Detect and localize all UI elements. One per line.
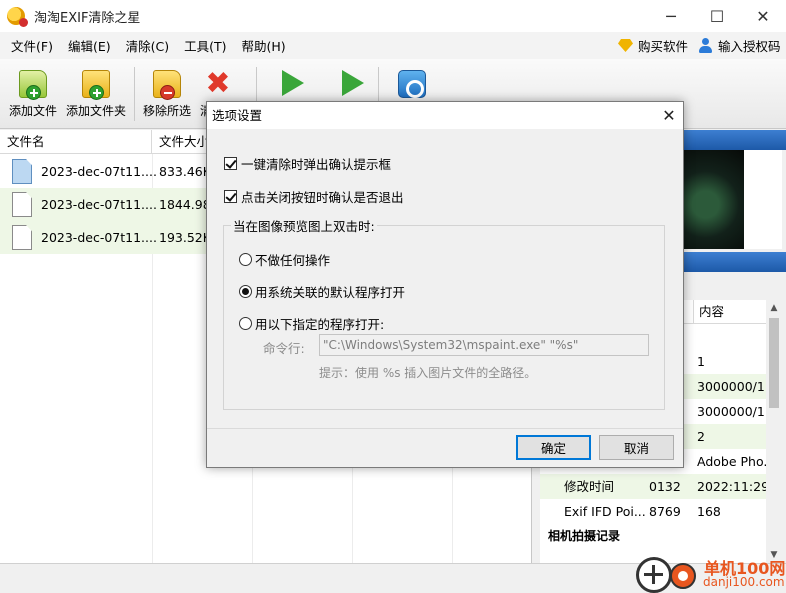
scroll-up-icon[interactable]: ▲ [766,300,782,316]
enter-license-link[interactable]: 输入授权码 [698,32,781,59]
dialog-title-bar: 选项设置 ✕ [207,102,683,129]
image-preview[interactable] [680,150,744,249]
file-name: 2023-dec-07t11.... [41,230,157,245]
enter-license-label: 输入授权码 [718,39,781,54]
radio-row-none[interactable]: 不做任何操作 [239,250,330,269]
remove-file-icon [153,70,181,100]
dialog-close-button[interactable]: ✕ [655,102,683,129]
confirm-clear-checkbox-row[interactable]: 一键清除时弹出确认提示框 [224,154,391,173]
file-icon [12,159,32,184]
double-click-group-label: 当在图像预览图上双击时: [231,216,377,235]
radio-custom-label: 用以下指定的程序打开: [255,317,385,332]
radio-none-label: 不做任何操作 [255,253,331,268]
confirm-exit-checkbox[interactable] [224,190,237,203]
exif-name: 修改时间 [564,479,615,494]
radio-default-program[interactable] [239,285,252,298]
file-name: 2023-dec-07t11.... [41,197,157,212]
confirm-exit-checkbox-row[interactable]: 点击关闭按钮时确认是否退出 [224,187,404,206]
confirm-clear-checkbox[interactable] [224,157,237,170]
user-icon [698,38,713,53]
column-header-filename[interactable]: 文件名 [0,130,152,154]
radio-row-default[interactable]: 用系统关联的默认程序打开 [239,282,405,301]
play-gear-icon [336,70,364,98]
exif-value: 168 [697,504,721,519]
menu-bar: 文件(F) 编辑(E) 清除(C) 工具(T) 帮助(H) 购买软件 输入授权码 [0,32,786,59]
diamond-icon [618,39,633,52]
table-row[interactable]: 修改时间 0132 2022:11:29 [540,474,770,499]
dialog-divider [207,428,683,429]
watermark-plus-icon [636,557,672,593]
ok-button[interactable]: 确定 [516,435,591,460]
window-title: 淘淘EXIF清除之星 [34,10,141,26]
file-name: 2023-dec-07t11.... [41,164,157,179]
remove-selected-label: 移除所选 [142,104,191,118]
radio-none[interactable] [239,253,252,266]
options-dialog: 选项设置 ✕ 一键清除时弹出确认提示框 点击关闭按钮时确认是否退出 当在图像预览… [206,101,684,468]
buy-software-label: 购买软件 [638,39,689,54]
exif-group-label: 相机拍摄记录 [548,529,621,543]
radio-row-custom[interactable]: 用以下指定的程序打开: [239,314,384,333]
radio-default-label: 用系统关联的默认程序打开 [255,285,406,300]
exif-tag: 8769 [649,504,681,519]
exif-name: Exif IFD Poi... [564,504,646,519]
minimize-button[interactable]: ─ [648,0,694,32]
file-size: 193.52K [159,230,211,245]
clear-x-icon: ✖ [205,66,231,101]
exif-value: 2 [697,429,705,444]
exif-tag: 0132 [649,479,681,494]
exif-value: Adobe Pho. [697,454,768,469]
add-folder-button[interactable]: 添加文件夹 [64,59,128,129]
properties-scrollbar[interactable]: ▲ ▼ [766,300,782,563]
file-size: 833.46K [159,164,211,179]
dialog-title: 选项设置 [212,108,263,123]
add-file-label: 添加文件 [8,104,57,118]
maximize-button[interactable]: ☐ [694,0,740,32]
add-file-icon [19,70,47,100]
menu-file[interactable]: 文件(F) [11,34,53,57]
file-icon [12,225,32,250]
watermark-subtext: danji100.com [703,575,785,589]
play-icon [276,70,304,98]
column-header-content[interactable]: 内容 [693,300,766,324]
watermark-circle-icon [670,563,696,589]
app-logo-icon [7,7,28,27]
toolbar-separator [134,67,135,121]
close-window-button[interactable]: ✕ [740,0,786,32]
exif-value: 2022:11:29 [697,479,770,494]
menu-clear[interactable]: 清除(C) [126,34,169,57]
buy-software-link[interactable]: 购买软件 [618,32,688,59]
preview-background [744,150,782,249]
menu-help[interactable]: 帮助(H) [241,34,285,57]
confirm-exit-label: 点击关闭按钮时确认是否退出 [241,190,404,205]
hint-text: 提示：使用 %s 插入图片文件的全路径。 [319,366,537,380]
add-file-button[interactable]: 添加文件 [6,59,60,129]
exif-value: 1 [697,354,705,369]
menu-tools[interactable]: 工具(T) [184,34,226,57]
exif-value: 3000000/1. [697,379,769,394]
options-icon [398,70,426,98]
title-bar: 淘淘EXIF清除之星 ─ ☐ ✕ [0,0,786,32]
remove-selected-button[interactable]: 移除所选 [140,59,194,129]
confirm-clear-label: 一键清除时弹出确认提示框 [241,157,392,172]
command-line-label: 命令行: [263,341,305,356]
add-folder-icon [82,70,110,100]
radio-custom-program[interactable] [239,317,252,330]
command-line-input[interactable] [319,334,649,356]
file-size: 1844.98 [159,197,211,212]
menu-edit[interactable]: 编辑(E) [68,34,111,57]
scroll-thumb[interactable] [769,318,779,408]
cancel-button[interactable]: 取消 [599,435,674,460]
add-folder-label: 添加文件夹 [65,104,126,118]
file-icon [12,192,32,217]
exif-value: 3000000/1. [697,404,769,419]
table-row[interactable]: Exif IFD Poi... 8769 168 [540,499,766,524]
